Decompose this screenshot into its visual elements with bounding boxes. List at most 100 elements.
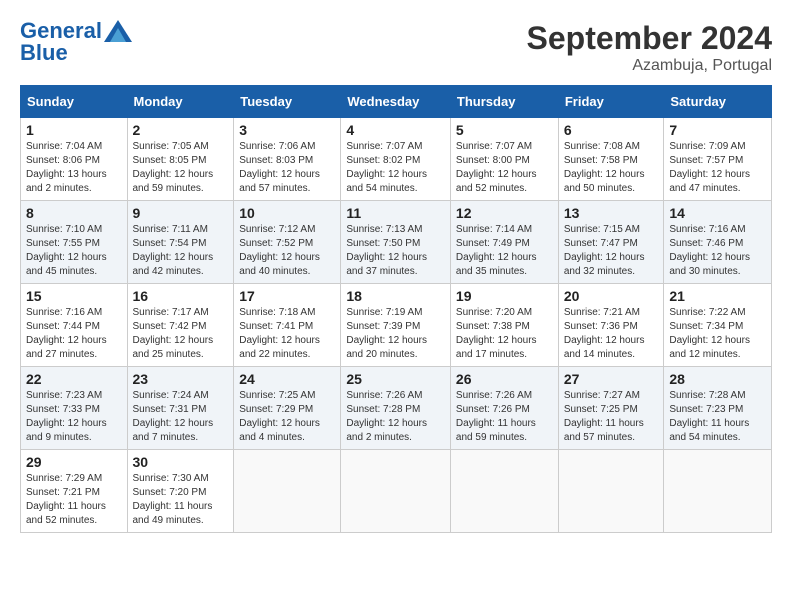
day-number: 23 [133, 371, 229, 387]
page-title: September 2024 [527, 20, 772, 57]
day-number: 8 [26, 205, 122, 221]
calendar-cell: 29 Sunrise: 7:29 AMSunset: 7:21 PMDayligh… [21, 450, 128, 533]
day-info: Sunrise: 7:12 AMSunset: 7:52 PMDaylight:… [239, 223, 335, 279]
day-number: 7 [669, 122, 766, 138]
day-header-sunday: Sunday [21, 86, 128, 118]
day-info: Sunrise: 7:20 AMSunset: 7:38 PMDaylight:… [456, 306, 553, 362]
day-info: Sunrise: 7:26 AMSunset: 7:26 PMDaylight:… [456, 389, 553, 445]
day-header-friday: Friday [558, 86, 664, 118]
day-info: Sunrise: 7:04 AMSunset: 8:06 PMDaylight:… [26, 140, 122, 196]
day-info: Sunrise: 7:11 AMSunset: 7:54 PMDaylight:… [133, 223, 229, 279]
day-info: Sunrise: 7:06 AMSunset: 8:03 PMDaylight:… [239, 140, 335, 196]
day-info: Sunrise: 7:13 AMSunset: 7:50 PMDaylight:… [346, 223, 445, 279]
day-number: 4 [346, 122, 445, 138]
day-info: Sunrise: 7:28 AMSunset: 7:23 PMDaylight:… [669, 389, 766, 445]
day-number: 20 [564, 288, 659, 304]
day-number: 24 [239, 371, 335, 387]
calendar-table: SundayMondayTuesdayWednesdayThursdayFrid… [20, 85, 772, 533]
day-info: Sunrise: 7:30 AMSunset: 7:20 PMDaylight:… [133, 472, 229, 528]
calendar-cell: 17 Sunrise: 7:18 AMSunset: 7:41 PMDayligh… [234, 284, 341, 367]
calendar-header: SundayMondayTuesdayWednesdayThursdayFrid… [21, 86, 772, 118]
calendar-week-row: 15 Sunrise: 7:16 AMSunset: 7:44 PMDayligh… [21, 284, 772, 367]
calendar-cell: 11Sunrise: 7:13 AMSunset: 7:50 PMDayligh… [341, 201, 451, 284]
calendar-cell: 2 Sunrise: 7:05 AMSunset: 8:05 PMDaylight… [127, 118, 234, 201]
day-number: 10 [239, 205, 335, 221]
day-number: 19 [456, 288, 553, 304]
page-subtitle: Azambuja, Portugal [527, 57, 772, 75]
calendar-cell: 15 Sunrise: 7:16 AMSunset: 7:44 PMDayligh… [21, 284, 128, 367]
calendar-cell: 12Sunrise: 7:14 AMSunset: 7:49 PMDayligh… [450, 201, 558, 284]
day-info: Sunrise: 7:25 AMSunset: 7:29 PMDaylight:… [239, 389, 335, 445]
calendar-cell: 6 Sunrise: 7:08 AMSunset: 7:58 PMDaylight… [558, 118, 664, 201]
day-info: Sunrise: 7:22 AMSunset: 7:34 PMDaylight:… [669, 306, 766, 362]
calendar-cell: 4Sunrise: 7:07 AMSunset: 8:02 PMDaylight… [341, 118, 451, 201]
day-info: Sunrise: 7:16 AMSunset: 7:46 PMDaylight:… [669, 223, 766, 279]
logo-blue-text: Blue [20, 42, 132, 64]
day-number: 18 [346, 288, 445, 304]
calendar-cell: 28 Sunrise: 7:28 AMSunset: 7:23 PMDayligh… [664, 367, 772, 450]
day-number: 1 [26, 122, 122, 138]
calendar-cell [341, 450, 451, 533]
calendar-cell: 8Sunrise: 7:10 AMSunset: 7:55 PMDaylight… [21, 201, 128, 284]
day-info: Sunrise: 7:27 AMSunset: 7:25 PMDaylight:… [564, 389, 659, 445]
day-header-saturday: Saturday [664, 86, 772, 118]
calendar-cell: 7 Sunrise: 7:09 AMSunset: 7:57 PMDaylight… [664, 118, 772, 201]
calendar-cell: 14 Sunrise: 7:16 AMSunset: 7:46 PMDayligh… [664, 201, 772, 284]
calendar-cell: 3 Sunrise: 7:06 AMSunset: 8:03 PMDaylight… [234, 118, 341, 201]
day-number: 14 [669, 205, 766, 221]
calendar-cell: 18 Sunrise: 7:19 AMSunset: 7:39 PMDayligh… [341, 284, 451, 367]
day-info: Sunrise: 7:16 AMSunset: 7:44 PMDaylight:… [26, 306, 122, 362]
calendar-cell: 9 Sunrise: 7:11 AMSunset: 7:54 PMDaylight… [127, 201, 234, 284]
calendar-cell: 27 Sunrise: 7:27 AMSunset: 7:25 PMDayligh… [558, 367, 664, 450]
title-block: September 2024 Azambuja, Portugal [527, 20, 772, 75]
day-info: Sunrise: 7:09 AMSunset: 7:57 PMDaylight:… [669, 140, 766, 196]
day-info: Sunrise: 7:23 AMSunset: 7:33 PMDaylight:… [26, 389, 122, 445]
day-number: 15 [26, 288, 122, 304]
day-info: Sunrise: 7:07 AMSunset: 8:00 PMDaylight:… [456, 140, 553, 196]
day-info: Sunrise: 7:29 AMSunset: 7:21 PMDaylight:… [26, 472, 122, 528]
day-number: 16 [133, 288, 229, 304]
day-number: 28 [669, 371, 766, 387]
day-header-monday: Monday [127, 86, 234, 118]
logo: General Blue [20, 20, 132, 64]
day-number: 17 [239, 288, 335, 304]
day-info: Sunrise: 7:19 AMSunset: 7:39 PMDaylight:… [346, 306, 445, 362]
day-info: Sunrise: 7:17 AMSunset: 7:42 PMDaylight:… [133, 306, 229, 362]
logo-text: General [20, 20, 102, 42]
day-info: Sunrise: 7:21 AMSunset: 7:36 PMDaylight:… [564, 306, 659, 362]
calendar-cell: 19 Sunrise: 7:20 AMSunset: 7:38 PMDayligh… [450, 284, 558, 367]
calendar-cell: 24 Sunrise: 7:25 AMSunset: 7:29 PMDayligh… [234, 367, 341, 450]
day-info: Sunrise: 7:15 AMSunset: 7:47 PMDaylight:… [564, 223, 659, 279]
day-info: Sunrise: 7:08 AMSunset: 7:58 PMDaylight:… [564, 140, 659, 196]
calendar-cell: 25Sunrise: 7:26 AMSunset: 7:28 PMDayligh… [341, 367, 451, 450]
day-number: 22 [26, 371, 122, 387]
calendar-cell: 16 Sunrise: 7:17 AMSunset: 7:42 PMDayligh… [127, 284, 234, 367]
calendar-week-row: 22 Sunrise: 7:23 AMSunset: 7:33 PMDayligh… [21, 367, 772, 450]
day-number: 9 [133, 205, 229, 221]
day-number: 29 [26, 454, 122, 470]
day-number: 6 [564, 122, 659, 138]
calendar-cell: 5Sunrise: 7:07 AMSunset: 8:00 PMDaylight… [450, 118, 558, 201]
day-info: Sunrise: 7:18 AMSunset: 7:41 PMDaylight:… [239, 306, 335, 362]
calendar-cell [450, 450, 558, 533]
day-header-wednesday: Wednesday [341, 86, 451, 118]
day-info: Sunrise: 7:05 AMSunset: 8:05 PMDaylight:… [133, 140, 229, 196]
calendar-cell: 26 Sunrise: 7:26 AMSunset: 7:26 PMDayligh… [450, 367, 558, 450]
day-number: 2 [133, 122, 229, 138]
day-number: 3 [239, 122, 335, 138]
calendar-cell: 22 Sunrise: 7:23 AMSunset: 7:33 PMDayligh… [21, 367, 128, 450]
calendar-week-row: 29 Sunrise: 7:29 AMSunset: 7:21 PMDayligh… [21, 450, 772, 533]
day-number: 25 [346, 371, 445, 387]
calendar-body: 1 Sunrise: 7:04 AMSunset: 8:06 PMDaylight… [21, 118, 772, 533]
day-number: 26 [456, 371, 553, 387]
calendar-week-row: 8Sunrise: 7:10 AMSunset: 7:55 PMDaylight… [21, 201, 772, 284]
calendar-cell [234, 450, 341, 533]
calendar-cell: 23 Sunrise: 7:24 AMSunset: 7:31 PMDayligh… [127, 367, 234, 450]
day-number: 30 [133, 454, 229, 470]
day-number: 27 [564, 371, 659, 387]
day-info: Sunrise: 7:24 AMSunset: 7:31 PMDaylight:… [133, 389, 229, 445]
day-number: 21 [669, 288, 766, 304]
day-info: Sunrise: 7:14 AMSunset: 7:49 PMDaylight:… [456, 223, 553, 279]
page-header: General Blue September 2024 Azambuja, Po… [20, 20, 772, 75]
calendar-cell: 21 Sunrise: 7:22 AMSunset: 7:34 PMDayligh… [664, 284, 772, 367]
